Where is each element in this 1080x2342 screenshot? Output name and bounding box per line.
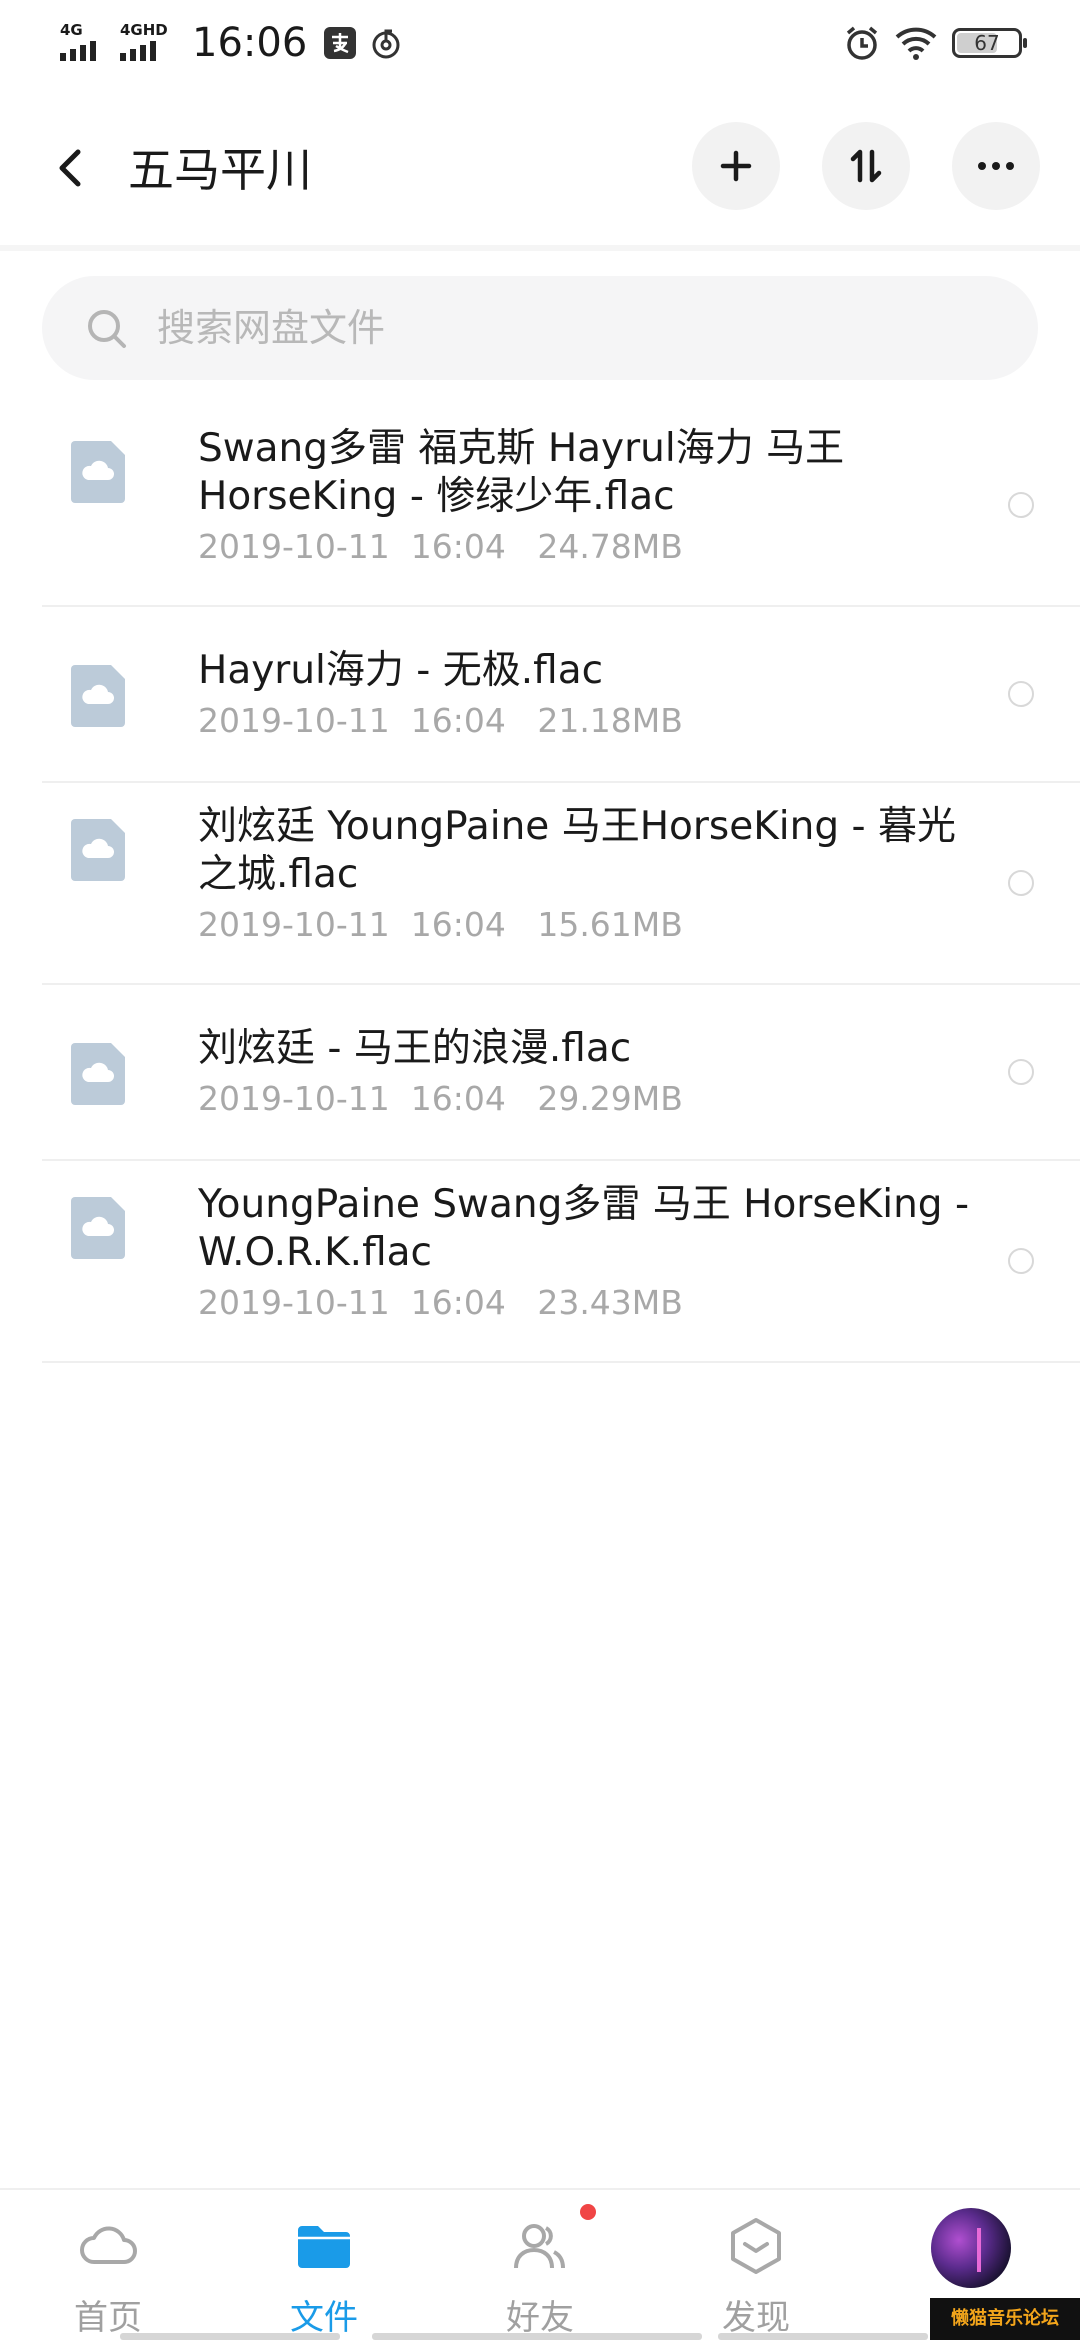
- back-icon[interactable]: [50, 138, 90, 198]
- cloud-file-icon: [71, 819, 125, 881]
- file-name: 刘炫廷 YoungPaine 马王HorseKing - 暮光之城.flac: [198, 804, 956, 897]
- sort-button[interactable]: [822, 122, 910, 210]
- search-icon: [88, 310, 126, 348]
- header-bar: 五马平川: [0, 100, 1080, 251]
- more-icon: [978, 162, 1014, 170]
- search-input[interactable]: [157, 300, 997, 356]
- status-bar: 4G 4GHD 16:06 67: [0, 0, 1080, 90]
- avatar[interactable]: [931, 2208, 1011, 2288]
- battery-icon: 67: [952, 28, 1027, 58]
- netease-music-icon: [372, 29, 400, 59]
- signal-icon-1: 4G: [60, 23, 110, 63]
- select-radio[interactable]: [1008, 492, 1034, 518]
- nav-files-label: 文件: [290, 2298, 358, 2338]
- sort-icon: [850, 149, 882, 183]
- nav-friends[interactable]: 好友: [432, 2190, 648, 2342]
- add-button[interactable]: [692, 122, 780, 210]
- file-meta: 2019-10-11 16:04 21.18MB: [198, 701, 683, 740]
- nav-discover[interactable]: 发现: [648, 2190, 864, 2342]
- select-radio[interactable]: [1008, 870, 1034, 896]
- file-row[interactable]: Swang多雷 福克斯 Hayrul海力 马王 HorseKing - 惨绿少年…: [42, 405, 1080, 607]
- cloud-icon: [80, 2226, 137, 2264]
- cloud-file-icon: [71, 665, 125, 727]
- select-radio[interactable]: [1008, 1059, 1034, 1085]
- file-name: Swang多雷 福克斯 Hayrul海力 马王 HorseKing - 惨绿少年…: [198, 426, 845, 519]
- nav-home-label: 首页: [74, 2298, 142, 2338]
- gesture-bar: [120, 2333, 340, 2340]
- nav-home[interactable]: 首页: [0, 2190, 216, 2342]
- watermark: 懒猫音乐论坛: [930, 2298, 1080, 2340]
- file-row[interactable]: 刘炫廷 - 马王的浪漫.flac 2019-10-11 16:04 29.29M…: [42, 985, 1080, 1161]
- gesture-bar: [718, 2333, 928, 2340]
- file-meta: 2019-10-11 16:04 29.29MB: [198, 1079, 683, 1118]
- select-radio[interactable]: [1008, 681, 1034, 707]
- cloud-file-icon: [71, 441, 125, 503]
- more-button[interactable]: [952, 122, 1040, 210]
- file-meta: 2019-10-11 16:04 24.78MB: [198, 527, 683, 566]
- nav-files[interactable]: 文件: [216, 2190, 432, 2342]
- signal-label-1: 4G: [60, 21, 83, 39]
- file-meta: 2019-10-11 16:04 23.43MB: [198, 1283, 683, 1322]
- friends-icon: [514, 2224, 565, 2269]
- wifi-icon: [895, 27, 937, 60]
- cloud-file-icon: [71, 1197, 125, 1259]
- folder-icon: [298, 2226, 350, 2268]
- gesture-bar: [372, 2333, 702, 2340]
- file-meta: 2019-10-11 16:04 15.61MB: [198, 905, 683, 944]
- file-row[interactable]: 刘炫廷 YoungPaine 马王HorseKing - 暮光之城.flac 2…: [42, 783, 1080, 985]
- signal-label-2: 4GHD: [120, 21, 168, 39]
- select-radio[interactable]: [1008, 1248, 1034, 1274]
- page-title: 五马平川: [128, 143, 312, 197]
- cloud-file-icon: [71, 1043, 125, 1105]
- file-row[interactable]: Hayrul海力 - 无极.flac 2019-10-11 16:04 21.1…: [42, 607, 1080, 783]
- battery-level: 67: [974, 31, 1000, 55]
- plus-icon: [720, 150, 752, 182]
- notification-badge: [580, 2204, 596, 2220]
- clock: 16:06: [192, 20, 308, 66]
- file-name: 刘炫廷 - 马王的浪漫.flac: [198, 1026, 632, 1071]
- alipay-icon: [324, 27, 357, 59]
- search-bar[interactable]: [42, 276, 1038, 380]
- signal-icon-2: 4GHD: [120, 23, 176, 63]
- file-name: Hayrul海力 - 无极.flac: [198, 648, 604, 693]
- discover-icon: [731, 2218, 781, 2274]
- nav-discover-label: 发现: [722, 2298, 790, 2338]
- file-name: YoungPaine Swang多雷 马王 HorseKing - W.O.R.…: [198, 1182, 970, 1275]
- nav-friends-label: 好友: [506, 2298, 574, 2338]
- file-row[interactable]: YoungPaine Swang多雷 马王 HorseKing - W.O.R.…: [42, 1161, 1080, 1363]
- alarm-icon: [846, 26, 878, 60]
- file-list: Swang多雷 福克斯 Hayrul海力 马王 HorseKing - 惨绿少年…: [0, 405, 1080, 1363]
- bottom-nav: 首页 文件 好友 发现: [0, 2188, 1080, 2342]
